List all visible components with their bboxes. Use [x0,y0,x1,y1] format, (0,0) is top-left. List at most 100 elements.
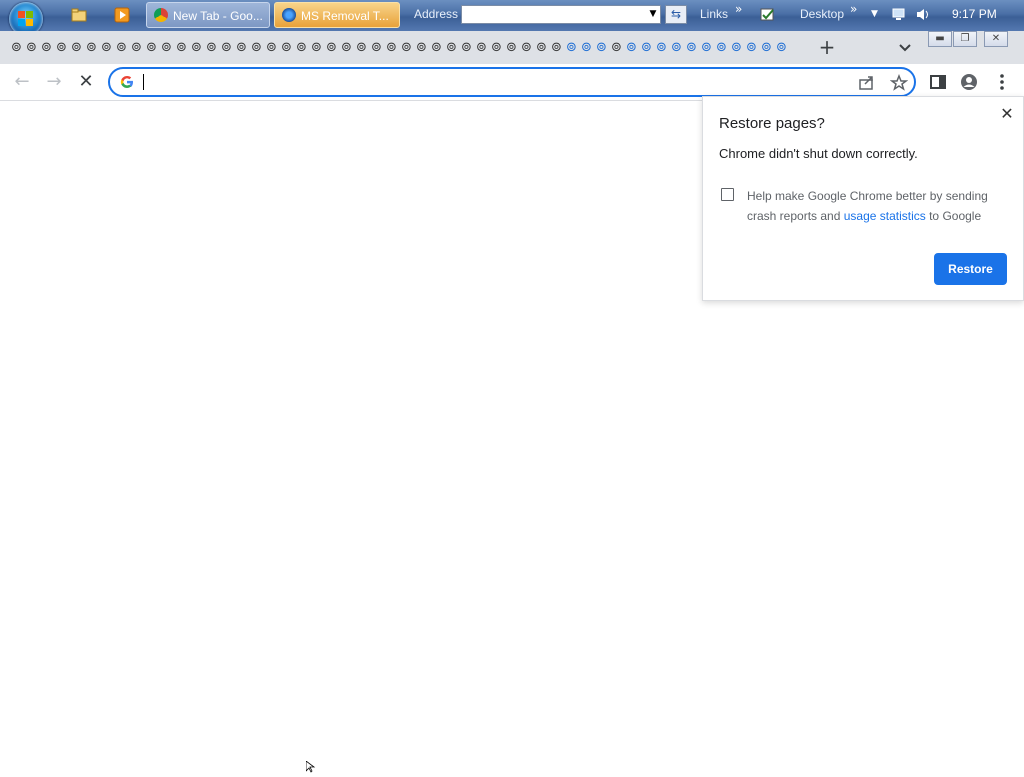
tab-favicon-icon[interactable]: ⊚ [519,40,534,55]
tab-favicon-icon[interactable]: ⊚ [24,40,39,55]
tab-favicon-icon[interactable]: ⊚ [474,40,489,55]
tab-favicon-icon[interactable]: ⊚ [609,40,624,55]
tab-favicon-icon[interactable]: ⊚ [69,40,84,55]
tab-favicon-icon[interactable]: ⊚ [84,40,99,55]
tab-favicon-icon[interactable]: ⊚ [219,40,234,55]
window-controls: ▬ ❐ ✕ [928,31,1020,47]
menu-kebab-icon[interactable] [992,73,1012,91]
taskbar-item-chrome[interactable]: New Tab - Goo... [146,2,270,28]
links-chevron-icon[interactable]: » [735,2,742,16]
tab-favicon-icon[interactable]: ⊚ [744,40,759,55]
tab-favicon-icon[interactable]: ⊚ [99,40,114,55]
stop-loading-icon[interactable]: ✕ [76,72,96,92]
tab-favicon-icon[interactable]: ⊚ [414,40,429,55]
tab-favicon-icon[interactable]: ⊚ [504,40,519,55]
restore-pages-dialog: Restore pages? ✕ Chrome didn't shut down… [702,96,1024,301]
tab-favicon-icon[interactable]: ⊚ [669,40,684,55]
tab-favicon-icon[interactable]: ⊚ [234,40,249,55]
tab-favicon-icon[interactable]: ⊚ [309,40,324,55]
bookmark-star-icon[interactable] [889,73,909,92]
taskbar-item-label: MS Removal T... [301,9,389,23]
media-player-icon[interactable] [114,7,130,23]
restore-button[interactable]: Restore [934,253,1007,285]
close-window-icon[interactable]: ✕ [984,31,1008,47]
dialog-title: Restore pages? [719,115,825,132]
tab-favicon-icon[interactable]: ⊚ [429,40,444,55]
tab-favicon-icon[interactable]: ⊚ [174,40,189,55]
close-icon[interactable]: ✕ [998,105,1016,123]
chrome-icon [154,8,168,22]
back-icon[interactable]: ← [12,72,32,92]
network-icon[interactable] [891,7,906,22]
tab-favicon-icon[interactable]: ⊚ [54,40,69,55]
tab-favicon-icon[interactable]: ⊚ [159,40,174,55]
tab-favicon-icon[interactable]: ⊚ [249,40,264,55]
tab-favicon-icon[interactable]: ⊚ [144,40,159,55]
profile-avatar-icon[interactable] [959,73,979,91]
omnibox[interactable] [108,67,916,97]
tab-favicon-icon[interactable]: ⊚ [714,40,729,55]
tab-favicon-icon[interactable]: ⊚ [684,40,699,55]
tab-favicon-icon[interactable]: ⊚ [624,40,639,55]
tab-favicon-icon[interactable]: ⊚ [489,40,504,55]
tab-favicon-icon[interactable]: ⊚ [9,40,24,55]
tab-search-icon[interactable] [896,38,914,56]
links-label[interactable]: Links [700,7,728,21]
address-dropdown-icon[interactable]: ▼ [645,6,661,23]
tab-favicon-icon[interactable]: ⊚ [594,40,609,55]
taskbar-item-label: New Tab - Goo... [173,9,263,23]
tab-strip: ⊚ ⊚ ⊚ ⊚ ⊚ ⊚ ⊚ ⊚ ⊚ ⊚ ⊚ ⊚ ⊚ ⊚ ⊚ ⊚ ⊚ ⊚ ⊚ ⊚ ⊚ ⊚ ⊚ ⊚ ⊚ ⊚ ⊚ ⊚ ⊚ ⊚ ⊚ ⊚ ⊚ ⊚ ⊚ ⊚ ⊚ ⊚ ⊚ ⊚… [0,31,1024,64]
tab-favicon-icon[interactable]: ⊚ [549,40,564,55]
omnibox-input[interactable] [142,72,846,94]
tab-favicon-icon[interactable]: ⊚ [444,40,459,55]
tab-favicon-icon[interactable]: ⊚ [204,40,219,55]
tab-favicon-icon[interactable]: ⊚ [759,40,774,55]
taskbar-item-ms-removal[interactable]: MS Removal T... [274,2,400,28]
tray-expand-icon[interactable]: ▼ [867,7,882,22]
checkbox-label: Help make Google Chrome better by sendin… [747,189,988,223]
tab-favicon-icon[interactable]: ⊚ [699,40,714,55]
tab-favicon-icon[interactable]: ⊚ [384,40,399,55]
usage-statistics-link[interactable]: usage statistics [844,209,926,223]
explorer-icon[interactable] [71,7,87,23]
tab-favicon-icon[interactable]: ⊚ [354,40,369,55]
tab-favicon-icon[interactable]: ⊚ [129,40,144,55]
minimize-icon[interactable]: ▬ [928,31,952,47]
crash-report-checkbox[interactable] [721,188,734,201]
tab-favicon-icon[interactable]: ⊚ [369,40,384,55]
desktop-label[interactable]: Desktop [800,7,844,21]
address-input[interactable] [461,5,661,24]
clock[interactable]: 9:17 PM [952,7,997,21]
tab-favicon-icon[interactable]: ⊚ [774,40,789,55]
share-icon[interactable] [858,74,876,92]
notepad-icon[interactable] [760,7,775,22]
volume-icon[interactable] [915,7,930,22]
tab-favicon-icon[interactable]: ⊚ [324,40,339,55]
restore-window-icon[interactable]: ❐ [953,31,977,47]
tab-favicon-icon[interactable]: ⊚ [579,40,594,55]
tab-favicon-icon[interactable]: ⊚ [534,40,549,55]
forward-icon[interactable]: → [44,72,64,92]
tab-favicon-icon[interactable]: ⊚ [639,40,654,55]
address-label: Address [414,7,459,21]
side-panel-icon[interactable] [928,73,948,91]
tab-favicon-icon[interactable]: ⊚ [564,40,579,55]
dialog-message: Chrome didn't shut down correctly. [719,146,918,161]
tab-favicon-icon[interactable]: ⊚ [189,40,204,55]
tab-favicon-icon[interactable]: ⊚ [459,40,474,55]
tab-favicon-icon[interactable]: ⊚ [114,40,129,55]
text-caret [143,74,144,90]
tab-favicon-icon[interactable]: ⊚ [279,40,294,55]
tab-favicons[interactable]: ⊚ ⊚ ⊚ ⊚ ⊚ ⊚ ⊚ ⊚ ⊚ ⊚ ⊚ ⊚ ⊚ ⊚ ⊚ ⊚ ⊚ ⊚ ⊚ ⊚ ⊚ ⊚ ⊚ ⊚ ⊚ ⊚ ⊚ ⊚ ⊚ ⊚ ⊚ ⊚ ⊚ ⊚ ⊚ ⊚ ⊚ ⊚ ⊚ ⊚… [9,40,791,56]
tab-favicon-icon[interactable]: ⊚ [39,40,54,55]
tab-favicon-icon[interactable]: ⊚ [654,40,669,55]
address-go-button[interactable]: ⇆ [665,5,687,24]
new-tab-icon[interactable]: + [817,36,837,58]
tab-favicon-icon[interactable]: ⊚ [339,40,354,55]
desktop-chevron-icon[interactable]: » [850,2,857,16]
tab-favicon-icon[interactable]: ⊚ [399,40,414,55]
tab-favicon-icon[interactable]: ⊚ [264,40,279,55]
tab-favicon-icon[interactable]: ⊚ [294,40,309,55]
taskbar: New Tab - Goo... MS Removal T... Address… [0,0,1024,36]
tab-favicon-icon[interactable]: ⊚ [729,40,744,55]
